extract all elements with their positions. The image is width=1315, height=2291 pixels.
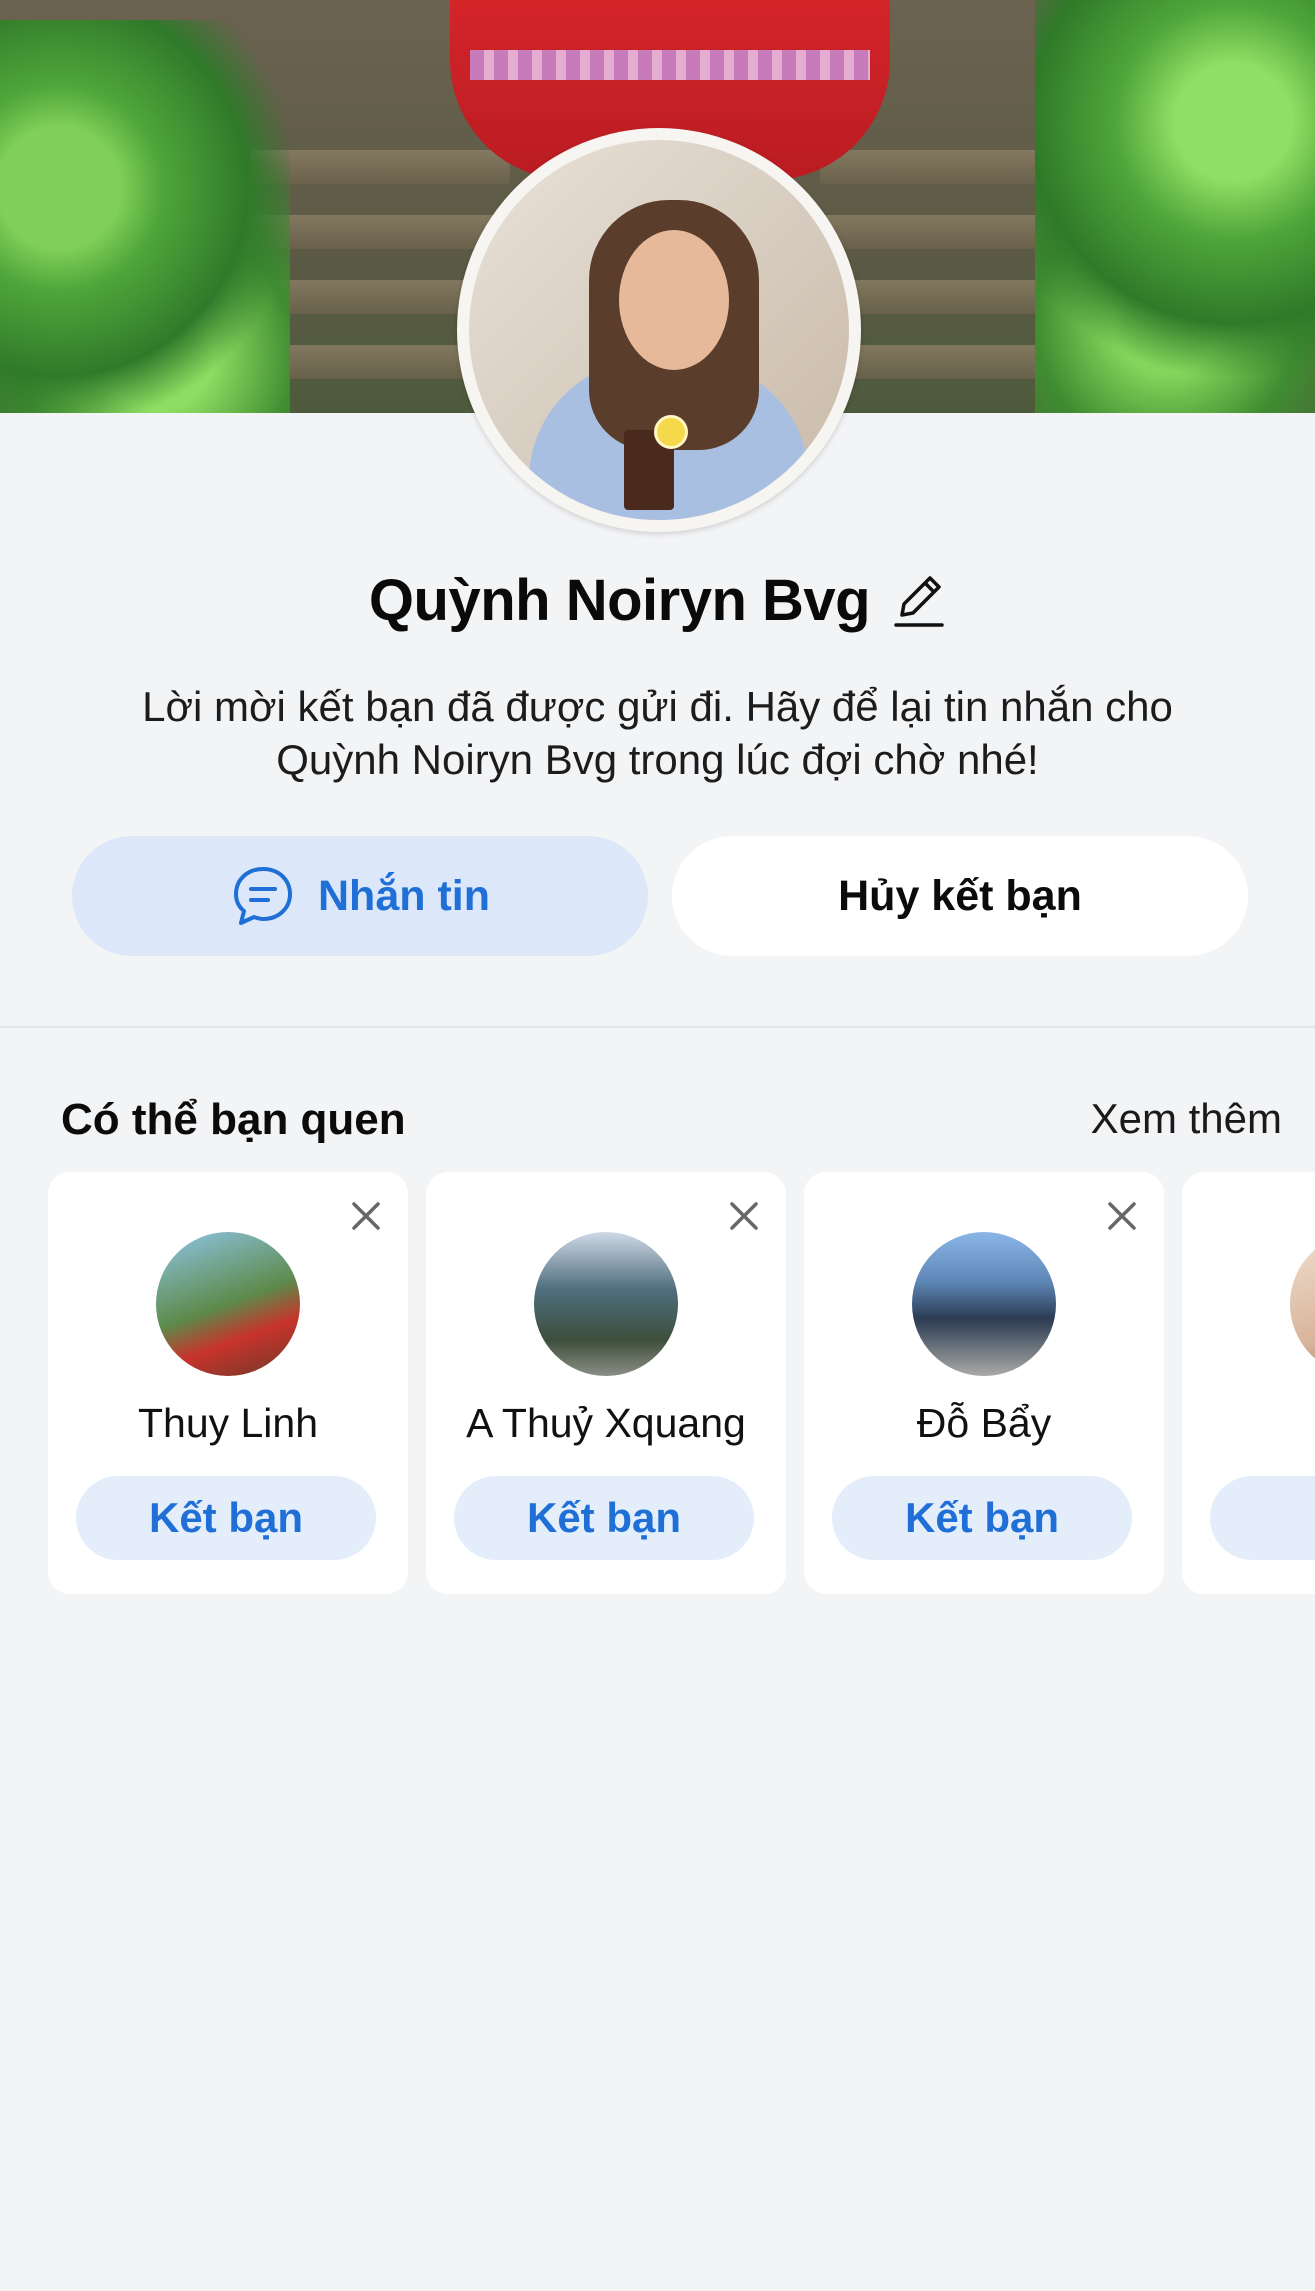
friend-request-message: Lời mời kết bạn đã được gửi đi. Hãy để l… [142, 683, 1173, 783]
suggestion-card: Đỗ Bẩy Kết bạn [804, 1172, 1164, 1594]
cover-detail [0, 20, 290, 413]
profile-avatar[interactable] [469, 140, 849, 520]
suggestion-name: A Thuỷ Xquang [466, 1400, 746, 1446]
suggestion-avatar[interactable] [534, 1232, 678, 1376]
suggestion-card: Thuy Linh Kết bạn [48, 1172, 408, 1594]
avatar-detail [619, 230, 729, 370]
add-friend-button[interactable]: Kết bạn [454, 1476, 754, 1560]
cover-detail [1035, 0, 1315, 413]
avatar-detail [654, 415, 688, 449]
suggestion-name: Đỗ Bẩy [916, 1400, 1052, 1446]
pencil-icon[interactable] [892, 571, 946, 629]
pencil-icon-svg [894, 576, 944, 627]
close-icon-svg [1108, 1202, 1136, 1230]
chat-bubble-icon-svg [234, 867, 292, 925]
add-friend-button[interactable]: Kết bạn [832, 1476, 1132, 1560]
message-button-label: Nhắn tin [318, 871, 490, 920]
suggestions-title: Có thể bạn quen [61, 1095, 406, 1144]
profile-name-row: Quỳnh Noiryn Bvg [0, 565, 1315, 635]
profile-name: Quỳnh Noiryn Bvg [368, 567, 871, 633]
unfriend-button-label: Hủy kết bạn [838, 871, 1082, 920]
close-icon-svg [730, 1202, 758, 1230]
see-more-link[interactable]: Xem thêm [1091, 1095, 1282, 1143]
add-friend-button[interactable]: Kết bạn [76, 1476, 376, 1560]
close-icon[interactable] [1102, 1196, 1142, 1236]
chat-bubble-icon [230, 863, 296, 929]
add-friend-button[interactable]: Kế [1210, 1476, 1315, 1560]
close-icon[interactable] [724, 1196, 764, 1236]
suggestion-card: Sa Kế [1182, 1172, 1315, 1594]
message-button[interactable]: Nhắn tin [72, 836, 648, 956]
unfriend-button[interactable]: Hủy kết bạn [672, 836, 1248, 956]
suggestion-name: Sa [1182, 1400, 1315, 1447]
suggestion-card: A Thuỷ Xquang Kết bạn [426, 1172, 786, 1594]
suggestion-name: Thuy Linh [137, 1400, 319, 1446]
suggestion-avatar[interactable] [1290, 1232, 1315, 1376]
suggestion-avatar[interactable] [156, 1232, 300, 1376]
suggestion-avatar[interactable] [912, 1232, 1056, 1376]
section-divider [0, 1026, 1315, 1028]
suggestions-carousel[interactable]: Thuy Linh Kết bạn A Thuỷ Xquang Kết bạn … [48, 1172, 1315, 1594]
close-icon-svg [352, 1202, 380, 1230]
cover-detail [470, 50, 870, 80]
close-icon[interactable] [346, 1196, 386, 1236]
